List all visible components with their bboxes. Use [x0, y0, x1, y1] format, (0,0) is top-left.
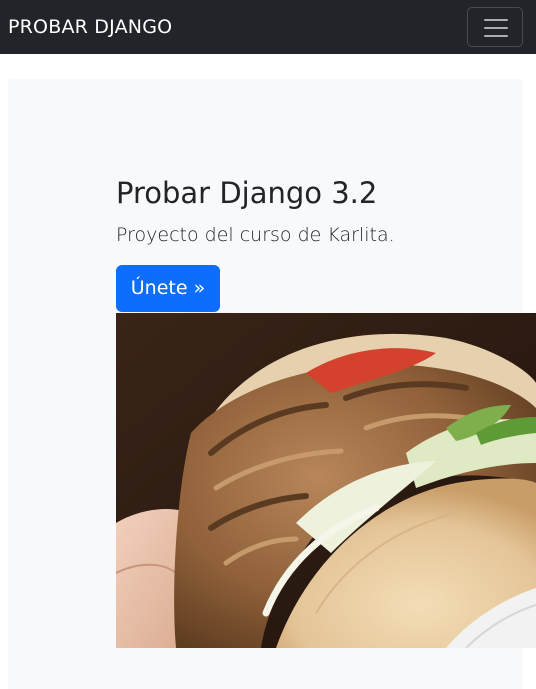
- hamburger-menu-icon-line: [484, 35, 508, 37]
- join-button[interactable]: Únete »: [116, 265, 220, 312]
- navbar-brand[interactable]: PROBAR DJANGO: [8, 14, 172, 40]
- navbar-toggler-button[interactable]: [467, 7, 523, 47]
- hero-title: Probar Django 3.2: [116, 176, 378, 210]
- navbar: PROBAR DJANGO: [0, 0, 536, 54]
- hero-lead-text: Proyecto del curso de Karlita.: [116, 224, 395, 246]
- kebab-sandwich-image: [116, 313, 536, 648]
- hamburger-menu-icon-line: [484, 27, 508, 29]
- hamburger-menu-icon: [484, 19, 508, 21]
